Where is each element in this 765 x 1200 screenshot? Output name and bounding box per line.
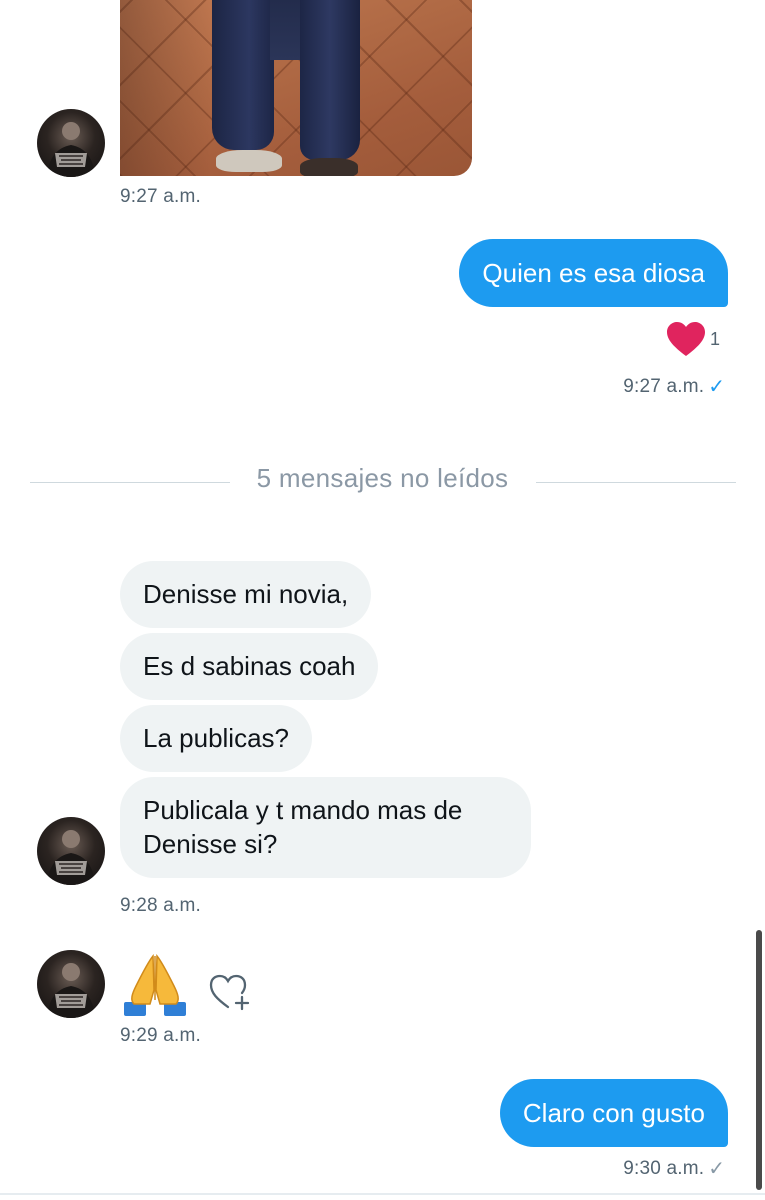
photo-message[interactable] bbox=[120, 0, 472, 176]
reaction-heart[interactable] bbox=[666, 322, 706, 363]
message-text: La publicas? bbox=[143, 723, 289, 753]
message-timestamp: 9:30 a.m. bbox=[623, 1157, 705, 1179]
message-text: Claro con gusto bbox=[522, 1098, 705, 1128]
message-timestamp: 9:28 a.m. bbox=[120, 895, 202, 916]
message-text: Es d sabinas coah bbox=[143, 651, 356, 681]
message-text: Quien es esa diosa bbox=[482, 258, 705, 288]
message-meta: 9:27 a.m. ✓ bbox=[623, 374, 725, 399]
emoji-message[interactable]: 🙏 bbox=[120, 950, 190, 1020]
check-icon: ✓ bbox=[708, 376, 725, 398]
outgoing-message-bubble[interactable]: Quien es esa diosa bbox=[459, 239, 728, 307]
message-timestamp: 9:27 a.m. bbox=[623, 375, 705, 397]
message-timestamp: 9:27 a.m. bbox=[120, 186, 202, 207]
incoming-message-bubble[interactable]: Denisse mi novia, bbox=[120, 561, 372, 628]
check-icon: ✓ bbox=[708, 1158, 725, 1180]
photo-detail bbox=[300, 158, 358, 176]
sender-avatar[interactable] bbox=[37, 950, 105, 1018]
heart-icon bbox=[667, 322, 705, 356]
photo-detail bbox=[216, 150, 282, 172]
photo-detail bbox=[270, 0, 304, 60]
incoming-message-bubble[interactable]: La publicas? bbox=[120, 705, 312, 772]
avatar-image bbox=[47, 963, 95, 1018]
avatar-image bbox=[47, 830, 95, 885]
add-reaction-button[interactable] bbox=[208, 973, 252, 1018]
scrollbar-thumb[interactable] bbox=[756, 930, 762, 1190]
avatar-image bbox=[47, 122, 95, 177]
incoming-message-bubble[interactable]: Es d sabinas coah bbox=[120, 633, 379, 700]
photo-detail bbox=[212, 0, 274, 150]
composer-divider bbox=[0, 1193, 765, 1195]
outgoing-message-bubble[interactable]: Claro con gusto bbox=[499, 1079, 728, 1147]
message-timestamp: 9:29 a.m. bbox=[120, 1025, 202, 1046]
message-text: Denisse mi novia, bbox=[143, 579, 349, 609]
message-meta: 9:30 a.m. ✓ bbox=[623, 1156, 725, 1181]
photo-shadow bbox=[120, 0, 210, 176]
incoming-message-bubble[interactable]: Publicala y t mando mas de Denisse si? bbox=[120, 777, 531, 878]
sender-avatar[interactable] bbox=[37, 817, 105, 885]
reaction-count: 1 bbox=[710, 329, 721, 349]
folded-hands-emoji bbox=[124, 953, 186, 1016]
sender-avatar[interactable] bbox=[37, 109, 105, 177]
heart-plus-icon bbox=[209, 974, 250, 1011]
unread-divider-text: 5 mensajes no leídos bbox=[240, 463, 525, 493]
message-text: Publicala y t mando mas de Denisse si? bbox=[143, 795, 463, 859]
photo-detail bbox=[300, 0, 360, 160]
unread-divider-label: 5 mensajes no leídos bbox=[0, 463, 765, 494]
